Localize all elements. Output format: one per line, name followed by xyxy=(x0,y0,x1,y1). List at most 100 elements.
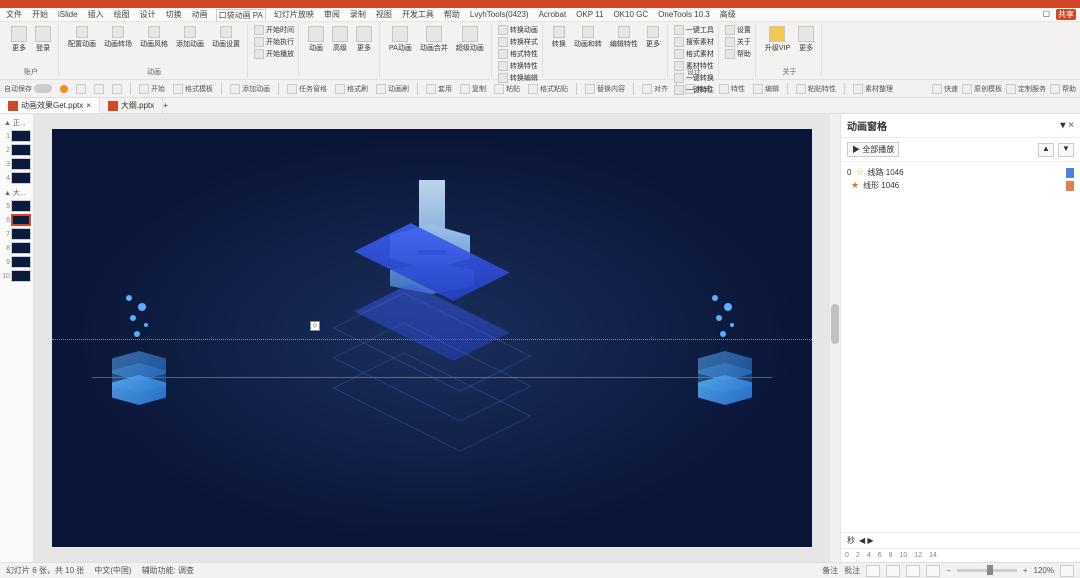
conv-anim-row[interactable]: 转换动画 xyxy=(498,24,538,36)
qat-fmtpaste[interactable]: 格式粘贴 xyxy=(528,84,568,94)
scroll-thumb[interactable] xyxy=(831,304,839,344)
menu-islide[interactable]: iSlide xyxy=(56,10,80,19)
pa-anim-button[interactable]: PA动画 xyxy=(386,24,415,55)
thumb-8[interactable]: 8 xyxy=(2,242,31,254)
menu-file[interactable]: 文件 xyxy=(4,9,24,20)
comments-button[interactable]: 批注 xyxy=(844,565,860,576)
menu-okp11[interactable]: OKP 11 xyxy=(574,10,605,19)
fit-view-icon[interactable] xyxy=(1060,565,1074,577)
pa-merge-button[interactable]: 动画合并 xyxy=(417,24,451,55)
qat-custom[interactable]: 定制服务 xyxy=(1006,84,1046,94)
sorter-view-icon[interactable] xyxy=(886,565,900,577)
anim-foot-arrows[interactable]: ◀ ▶ xyxy=(859,536,874,545)
reading-view-icon[interactable] xyxy=(906,565,920,577)
menu-home[interactable]: 开始 xyxy=(30,9,50,20)
anim2-anim-button[interactable]: 动画 xyxy=(305,24,327,55)
qat-copy[interactable]: 复制 xyxy=(460,84,486,94)
share-button[interactable]: 共享 xyxy=(1056,9,1076,20)
menu-record[interactable]: 录制 xyxy=(348,9,368,20)
menu-design[interactable]: 设计 xyxy=(138,9,158,20)
thumb-6[interactable]: 6 xyxy=(2,214,31,226)
anim-config-button[interactable]: 配置动画 xyxy=(65,24,99,51)
anim-add-button[interactable]: 添加动画 xyxy=(173,24,207,51)
qat-original[interactable]: 原创模板 xyxy=(962,84,1002,94)
zoom-value[interactable]: 120% xyxy=(1034,566,1054,575)
anim-trans-button[interactable]: 动画转场 xyxy=(101,24,135,51)
conv-prop-row[interactable]: 转换特性 xyxy=(498,60,538,72)
design-okprop-row[interactable]: 一键特性 xyxy=(674,84,714,96)
thumb-10[interactable]: 10 xyxy=(2,270,31,282)
qat-apply[interactable]: 套用 xyxy=(426,84,452,94)
qat-save[interactable] xyxy=(76,84,86,94)
thumb-5[interactable]: 5 xyxy=(2,200,31,212)
menu-acrobat[interactable]: Acrobat xyxy=(537,10,569,19)
thumb-7[interactable]: 7 xyxy=(2,228,31,240)
menu-ok10[interactable]: OK10 GC xyxy=(611,10,650,19)
slideshow-view-icon[interactable] xyxy=(926,565,940,577)
new-tab-button[interactable]: + xyxy=(163,101,168,110)
anim-pane-close-icon[interactable]: × xyxy=(1068,120,1074,131)
qat-organize[interactable]: 素材整理 xyxy=(853,84,893,94)
zoom-out-button[interactable]: − xyxy=(946,566,951,575)
qat-addanim[interactable]: 添加动画 xyxy=(230,84,270,94)
qat-edit[interactable]: 编辑 xyxy=(753,84,779,94)
center-isometric-object[interactable] xyxy=(342,152,522,452)
qat-undo[interactable] xyxy=(94,84,104,94)
menu-view[interactable]: 视图 xyxy=(374,9,394,20)
qat-quick[interactable]: 快速 xyxy=(932,84,958,94)
conv-style-row[interactable]: 转换样式 xyxy=(498,36,538,48)
settings-row[interactable]: 设置 xyxy=(725,24,751,36)
menu-devtools[interactable]: 开发工具 xyxy=(400,9,436,20)
help-row[interactable]: 帮助 xyxy=(725,48,751,60)
qat-align[interactable]: 对齐 xyxy=(642,84,668,94)
menu-help[interactable]: 帮助 xyxy=(442,9,462,20)
menu-slideshow[interactable]: 幻灯片放映 xyxy=(272,9,316,20)
anim-style-button[interactable]: 动画风格 xyxy=(137,24,171,51)
design-onekey-row[interactable]: 一键工具 xyxy=(674,24,714,36)
thumb-3[interactable]: 3 xyxy=(2,158,31,170)
design-fmt-row[interactable]: 格式素材 xyxy=(674,48,714,60)
qat-animbrush[interactable]: 动画刷 xyxy=(376,84,409,94)
normal-view-icon[interactable] xyxy=(866,565,880,577)
anim-move-down-button[interactable]: ▼ xyxy=(1058,143,1074,157)
qat-replace[interactable]: 替换内容 xyxy=(585,84,625,94)
menu-review[interactable]: 审阅 xyxy=(322,9,342,20)
close-tab-icon[interactable]: × xyxy=(86,101,91,110)
pa-super-button[interactable]: 超级动画 xyxy=(453,24,487,55)
menu-pa[interactable]: 口袋动画 PA xyxy=(216,9,266,21)
conv-edit-row[interactable]: 转换编辑 xyxy=(498,72,538,84)
start-time-row[interactable]: 开始时间 xyxy=(254,24,294,36)
conv-fmt-row[interactable]: 格式特性 xyxy=(498,48,538,60)
menu-draw[interactable]: 绘图 xyxy=(112,9,132,20)
thumb-2[interactable]: 2 xyxy=(2,144,31,156)
vertical-scrollbar[interactable] xyxy=(830,114,840,562)
qat-pasteprop[interactable]: 粘贴特性 xyxy=(796,84,836,94)
right-cube[interactable] xyxy=(698,351,752,387)
doctab-1[interactable]: 动画效果Get.pptx × xyxy=(0,98,100,113)
qat-fmtbrush[interactable]: 格式刷 xyxy=(335,84,368,94)
language[interactable]: 中文(中国) xyxy=(94,565,131,576)
vip-button[interactable]: 升级VIP xyxy=(762,24,793,55)
accessibility[interactable]: 辅助功能: 调查 xyxy=(142,565,194,576)
left-cube[interactable] xyxy=(112,351,166,387)
zoom-handle[interactable] xyxy=(987,565,993,575)
conv2-conv-button[interactable]: 转换 xyxy=(549,24,569,51)
anim-item-1[interactable]: 0 ☆ 线路 1046 xyxy=(845,166,1076,179)
about-row[interactable]: 关于 xyxy=(725,36,751,48)
anim2-more-button[interactable]: 更多 xyxy=(353,24,375,55)
conv2-animconv-button[interactable]: 动画和转 xyxy=(571,24,605,51)
anim-pane-dropdown-icon[interactable]: ▾ xyxy=(1060,120,1065,131)
anim2-adv-button[interactable]: 高级 xyxy=(329,24,351,55)
anim-move-up-button[interactable]: ▲ xyxy=(1038,143,1054,157)
anim-play-button[interactable]: ▶ 全部播放 xyxy=(847,142,899,157)
thumb-9[interactable]: 9 xyxy=(2,256,31,268)
qat-template[interactable]: 格式模板 xyxy=(173,84,213,94)
qat-prop[interactable]: 特性 xyxy=(719,84,745,94)
anim-item-2[interactable]: ★ 线形 1046 xyxy=(845,179,1076,192)
qat-start[interactable]: 开始 xyxy=(139,84,165,94)
account-login-button[interactable]: 登录 xyxy=(32,24,54,55)
start-play-row[interactable]: 开始播放 xyxy=(254,48,294,60)
thumb-4[interactable]: 4 xyxy=(2,172,31,184)
design-search-row[interactable]: 搜索素材 xyxy=(674,36,714,48)
menu-transition[interactable]: 切换 xyxy=(164,9,184,20)
